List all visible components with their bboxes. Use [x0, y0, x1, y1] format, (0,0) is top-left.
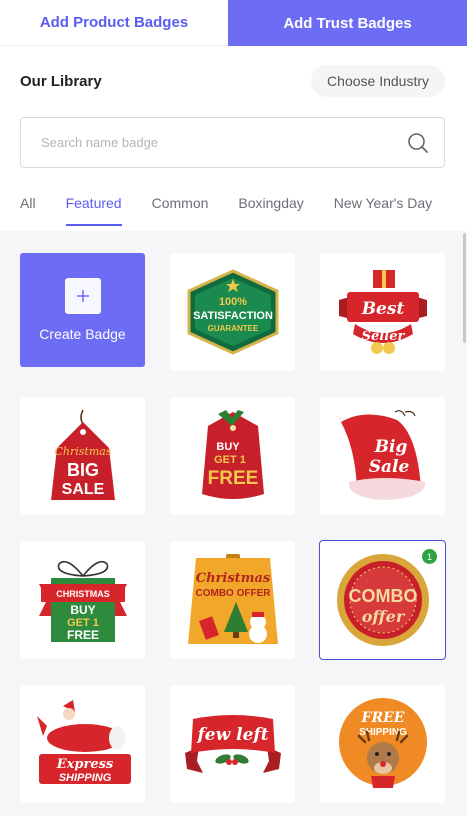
choose-industry-button[interactable]: Choose Industry: [311, 65, 445, 97]
badge-christmas-combo-offer[interactable]: Christmas COMBO OFFER: [170, 541, 295, 659]
christmas-combo-line2: COMBO OFFER: [195, 588, 271, 599]
badge-type-tabs: Add Product Badges Add Trust Badges: [0, 0, 467, 46]
category-filter-tabs: All Featured Common Boxingday New Year's…: [20, 190, 462, 230]
best-seller-badge-icon: Best Seller: [338, 270, 427, 354]
express-shipping-line2: SHIPPING: [58, 772, 111, 784]
few-left-ribbon-icon: few left: [184, 715, 281, 773]
christmas-combo-line1: Christmas: [195, 571, 270, 586]
create-badge-button[interactable]: Create Badge: [20, 253, 145, 367]
tab-add-product-badges[interactable]: Add Product Badges: [0, 0, 228, 46]
buy-get-free-line2: GET 1: [214, 454, 246, 466]
satisfaction-line1: 100%: [218, 296, 246, 308]
filter-tab-all[interactable]: All: [20, 190, 36, 226]
free-shipping-reindeer-icon: FREE SHIPPING: [338, 698, 427, 788]
christmas-big-sale-line2: BIG: [66, 460, 98, 480]
christmas-gift-box-icon: CHRISTMAS BUY GET 1 FREE: [38, 560, 127, 642]
badge-free-shipping[interactable]: FREE SHIPPING: [320, 685, 445, 803]
free-shipping-line1: FREE: [360, 710, 404, 726]
christmas-big-sale-tag-icon: Christmas BIG SALE: [50, 409, 115, 500]
combo-offer-line2: offer: [361, 607, 405, 626]
badge-few-left[interactable]: few left: [170, 685, 295, 803]
badge-grid: Create Badge 100% SATISFACTION GUARANTEE: [20, 253, 446, 803]
combo-offer-line1: COMBO: [348, 586, 417, 606]
big-sale-line1: Big: [373, 437, 407, 457]
combo-offer-seal-icon: COMBO offer: [336, 554, 429, 646]
plus-icon: [64, 278, 101, 314]
buy-get-free-tag-icon: BUY GET 1 FREE: [201, 410, 264, 499]
filter-tab-featured[interactable]: Featured: [65, 190, 122, 226]
library-title: Our Library: [20, 72, 102, 90]
filter-tab-new-years-day[interactable]: New Year's Day: [334, 190, 432, 226]
search-box: [20, 117, 445, 168]
badge-christmas-big-sale[interactable]: Christmas BIG SALE: [20, 397, 145, 515]
christmas-combo-tag-icon: Christmas COMBO OFFER: [187, 554, 278, 644]
buy-get-free-line3: FREE: [207, 468, 258, 489]
satisfaction-line3: GUARANTEE: [207, 324, 258, 333]
badge-grid-area: Create Badge 100% SATISFACTION GUARANTEE: [0, 231, 467, 816]
best-seller-line1: Best: [360, 299, 404, 319]
badge-christmas-buy-get-free[interactable]: CHRISTMAS BUY GET 1 FREE: [20, 541, 145, 659]
library-header: Our Library Choose Industry: [20, 65, 445, 97]
create-badge-label: Create Badge: [39, 326, 126, 342]
express-shipping-plane-icon: Express SHIPPING: [36, 700, 131, 784]
big-sale-line2: Sale: [368, 457, 409, 477]
few-left-line1: few left: [196, 725, 268, 745]
satisfaction-line2: SATISFACTION: [193, 310, 273, 322]
badge-big-sale[interactable]: Big Sale: [320, 397, 445, 515]
filter-tab-boxingday[interactable]: Boxingday: [238, 190, 303, 226]
christmas-gift-line1: CHRISTMAS: [56, 589, 110, 599]
grid-scrollbar[interactable]: [463, 233, 466, 343]
christmas-gift-line2: BUY: [70, 603, 95, 617]
selected-count-badge: 1: [422, 549, 437, 564]
christmas-big-sale-line1: Christmas: [54, 445, 111, 458]
badge-buy-get-free[interactable]: BUY GET 1 FREE: [170, 397, 295, 515]
express-shipping-line1: Express: [55, 757, 113, 772]
big-sale-hat-icon: Big Sale: [336, 410, 425, 500]
badge-satisfaction-guarantee[interactable]: 100% SATISFACTION GUARANTEE: [170, 253, 295, 371]
satisfaction-badge-icon: 100% SATISFACTION GUARANTEE: [187, 269, 278, 355]
badge-combo-offer[interactable]: 1 COMBO offer: [319, 540, 446, 660]
buy-get-free-line1: BUY: [216, 441, 240, 453]
badge-best-seller[interactable]: Best Seller: [320, 253, 445, 371]
badge-express-shipping[interactable]: Express SHIPPING: [20, 685, 145, 803]
search-icon[interactable]: [406, 131, 430, 155]
search-input[interactable]: [41, 135, 406, 150]
best-seller-line2: Seller: [361, 329, 405, 344]
filter-tab-common[interactable]: Common: [152, 190, 209, 226]
christmas-big-sale-line3: SALE: [61, 481, 104, 498]
christmas-gift-line4: FREE: [66, 628, 98, 642]
tab-add-trust-badges[interactable]: Add Trust Badges: [228, 0, 467, 46]
